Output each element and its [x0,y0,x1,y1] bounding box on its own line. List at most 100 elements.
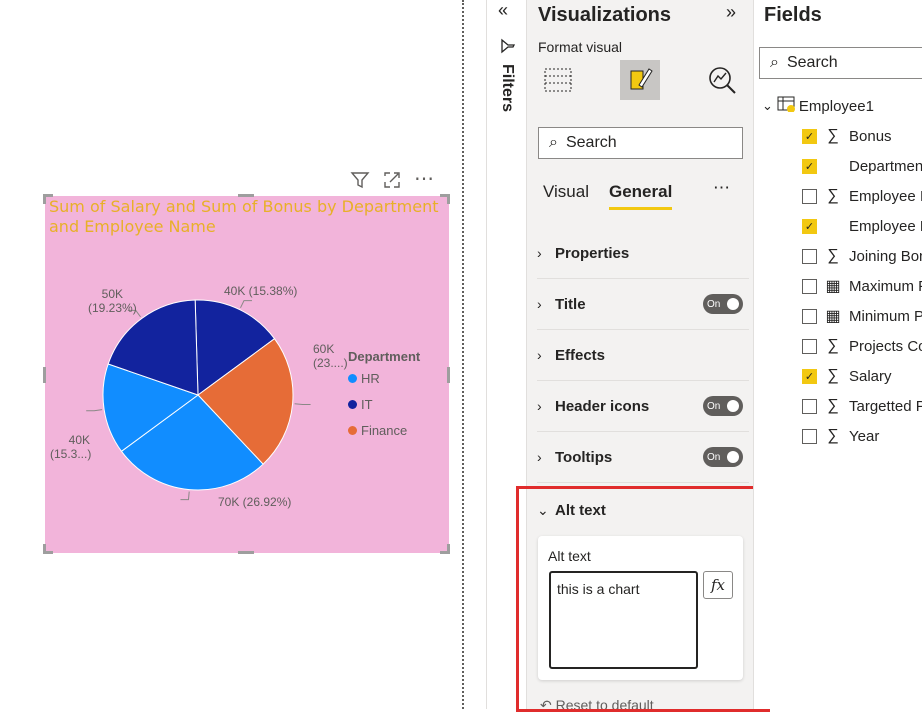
data-label-hr-70k: 70K (26.92%) [218,495,292,509]
section-label: Effects [555,346,606,364]
section-tooltips[interactable]: › Tooltips On [537,432,749,483]
legend-item-hr[interactable]: HR [348,371,380,386]
field-item[interactable]: ∑ Employee ID [802,181,922,211]
sigma-icon: ∑ [827,337,839,354]
data-label-line: (23....) [313,356,348,370]
section-label: Properties [555,244,630,262]
tab-general[interactable]: General [609,182,673,210]
format-visual-icon[interactable] [620,60,660,100]
search-icon: ⌕ [549,134,558,151]
field-item[interactable]: ∑ Targetted P [802,391,922,421]
field-item[interactable]: ∑ Year [802,421,879,451]
tooltips-toggle[interactable]: On [703,447,743,467]
sigma-icon: ∑ [827,397,839,414]
data-label-line: (19.23%) [88,301,137,315]
field-item[interactable]: ✓ Department [802,151,922,181]
visualizations-title: Visualizations [538,4,672,26]
field-checkbox[interactable] [802,428,817,444]
data-label-it-50k: 50K (19.23%) [88,287,137,315]
section-header-icons[interactable]: › Header icons On [537,381,749,432]
field-name: Targetted P [849,397,922,415]
header-icons-toggle[interactable]: On [703,396,743,416]
field-checkbox[interactable] [802,398,817,414]
field-name: Department [849,157,922,175]
field-checkbox[interactable]: ✓ [802,218,817,234]
toggle-knob [727,298,739,310]
legend-label: IT [361,397,373,412]
alt-text-label: Alt text [548,548,591,564]
field-checkbox[interactable]: ✓ [802,368,817,384]
field-item[interactable]: ∑ Joining Bonus [802,241,922,271]
field-name: Joining Bonus [849,247,922,265]
section-label: Header icons [555,397,650,415]
chevron-down-icon: ⌄ [537,502,549,518]
section-effects[interactable]: › Effects [537,330,749,381]
filters-label[interactable]: Filters [498,64,516,112]
field-checkbox[interactable] [802,248,817,264]
data-label-line: 60K [313,342,335,356]
section-label: Alt text [555,502,606,519]
field-checkbox[interactable] [802,278,817,294]
analytics-icon[interactable] [702,60,742,100]
table-icon [777,96,795,116]
field-checkbox[interactable] [802,308,817,324]
leader-line [294,403,311,406]
field-checkbox[interactable] [802,338,817,354]
leader-line [240,300,252,309]
field-name: Employee Name [849,217,922,235]
build-visual-icon[interactable] [538,60,578,100]
field-item[interactable]: ▦ Maximum F [802,271,922,301]
fx-button[interactable]: fx [703,571,733,599]
calculator-icon: ▦ [825,308,841,325]
fields-search-input[interactable]: ⌕ Search [759,47,922,79]
field-item[interactable]: ✓ ∑ Bonus [802,121,892,151]
filter-icon[interactable] [500,38,516,59]
data-label-hr-40k: 40K (15.3...) [50,433,91,461]
calculator-icon: ▦ [825,278,841,295]
search-placeholder: Search [565,134,617,151]
legend-marker [348,374,357,383]
search-icon: ⌕ [770,54,779,71]
legend-item-it[interactable]: IT [348,397,373,412]
reset-to-default-link[interactable]: ↶ Reset to default [540,697,654,714]
title-toggle[interactable]: On [703,294,743,314]
legend-label: HR [361,371,380,386]
viz-search-input[interactable]: ⌕ Search [538,127,743,159]
field-item[interactable]: ∑ Projects Co [802,331,922,361]
search-placeholder: Search [786,54,838,71]
chevron-right-icon: › [537,296,542,312]
expand-right-icon[interactable]: » [726,2,736,23]
field-checkbox[interactable] [802,188,817,204]
field-checkbox[interactable]: ✓ [802,158,817,174]
field-item[interactable]: ✓ Employee Name [802,211,922,241]
chevron-right-icon: › [537,398,542,414]
field-item[interactable]: ▦ Minimum P [802,301,922,331]
section-title[interactable]: › Title On [537,279,749,330]
sigma-icon: ∑ [827,427,839,444]
sigma-icon: ∑ [827,187,839,204]
tab-visual[interactable]: Visual [543,182,589,202]
section-label: Tooltips [555,448,613,466]
field-checkbox[interactable]: ✓ [802,128,817,144]
more-options-icon[interactable]: ⋯ [713,178,730,198]
field-name: Maximum F [849,277,922,295]
legend-item-finance[interactable]: Finance [348,423,407,438]
toggle-knob [727,400,739,412]
collapse-left-icon[interactable]: « [498,0,508,21]
data-label-line: 50K [101,287,124,301]
toggle-knob [727,451,739,463]
table-employee1[interactable]: ⌄ Employee1 [762,91,874,121]
leader-line [86,409,103,412]
toggle-state: On [707,400,721,412]
alt-text-input[interactable]: this is a chart [549,571,698,669]
section-label: Title [555,295,586,313]
chevron-right-icon: › [537,245,542,261]
table-name: Employee1 [798,97,874,115]
field-item[interactable]: ✓ ∑ Salary [802,361,892,391]
legend-label: Finance [361,423,408,438]
section-alt-text[interactable]: ⌄ Alt text [537,485,749,536]
section-properties[interactable]: › Properties [537,228,749,279]
format-visual-label: Format visual [538,39,623,55]
toggle-state: On [707,298,721,310]
chevron-down-icon: ⌄ [762,98,773,113]
